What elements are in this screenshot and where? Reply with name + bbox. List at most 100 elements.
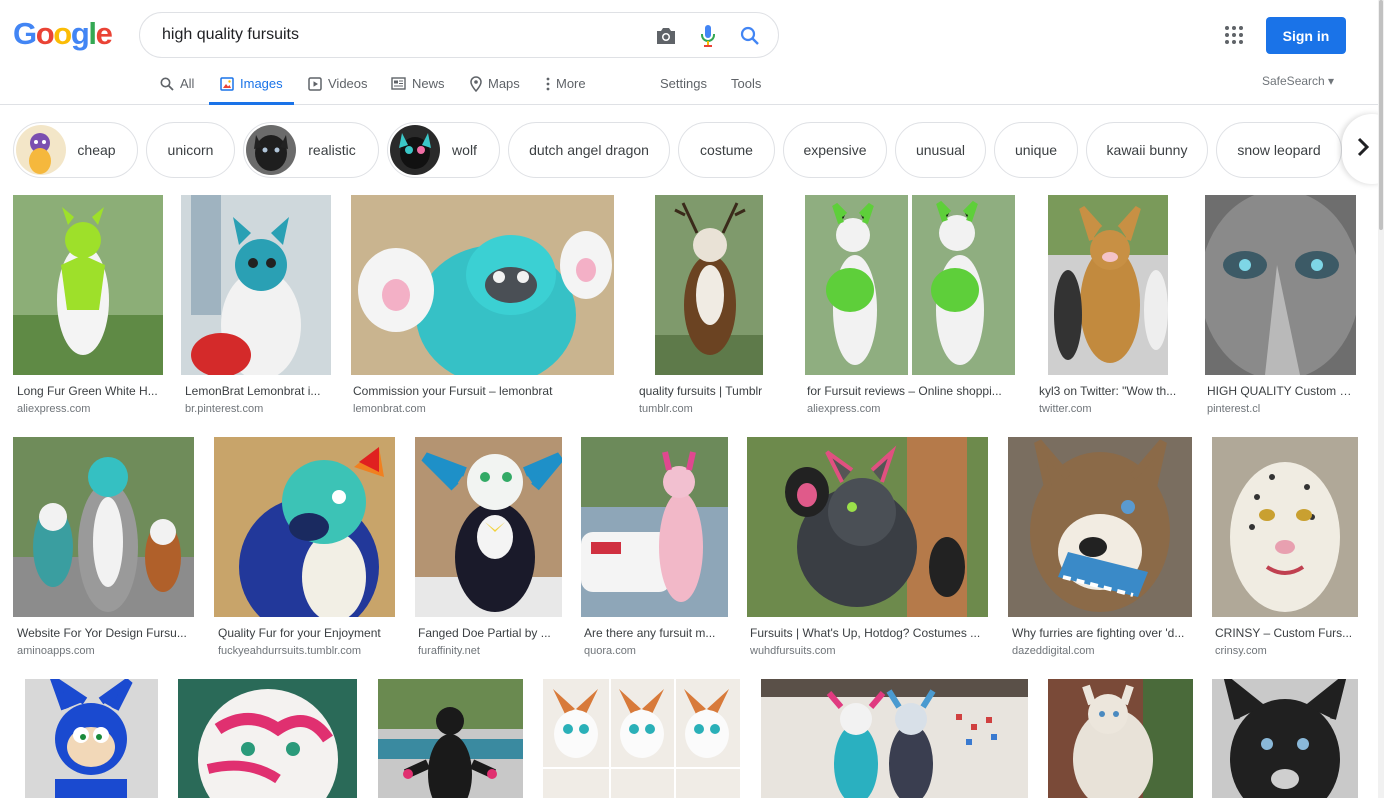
camera-icon[interactable] <box>654 24 678 48</box>
result-title[interactable]: Website For Yor Design Fursu... <box>17 625 191 641</box>
result-source[interactable]: dazeddigital.com <box>1012 644 1190 658</box>
result-card[interactable]: Website For Yor Design Fursu... aminoapp… <box>13 437 195 657</box>
result-card[interactable] <box>542 679 742 798</box>
result-source[interactable]: aminoapps.com <box>17 644 191 658</box>
result-title[interactable]: CRINSY – Custom Furs... <box>1215 625 1357 641</box>
result-card[interactable] <box>760 679 1030 798</box>
tab-videos[interactable]: Videos <box>308 62 368 105</box>
result-card[interactable]: Why furries are fighting over 'd... daze… <box>1008 437 1194 657</box>
apps-grid-icon[interactable] <box>1222 23 1246 47</box>
chip-kawaii-bunny[interactable]: kawaii bunny <box>1086 122 1208 178</box>
result-card[interactable]: kyl3 on Twitter: "Wow th... twitter.com <box>1035 195 1185 415</box>
result-title[interactable]: Commission your Fursuit – lemonbrat <box>353 383 611 399</box>
safesearch-dropdown[interactable]: SafeSearch ▾ <box>1262 74 1334 88</box>
result-source[interactable]: crinsy.com <box>1215 644 1357 658</box>
result-card[interactable]: Commission your Fursuit – lemonbrat lemo… <box>349 195 615 415</box>
result-card[interactable]: Long Fur Green White H... aliexpress.com <box>13 195 163 415</box>
result-image[interactable] <box>747 437 988 617</box>
tab-more[interactable]: More <box>546 62 586 105</box>
result-card[interactable] <box>1047 679 1197 798</box>
result-source[interactable]: aliexpress.com <box>807 402 1012 416</box>
result-image[interactable] <box>1212 679 1358 798</box>
tab-label: Images <box>240 76 283 91</box>
result-card[interactable]: Fanged Doe Partial by ... furaffinity.ne… <box>414 437 564 657</box>
result-source[interactable]: furaffinity.net <box>418 644 560 658</box>
result-title[interactable]: kyl3 on Twitter: "Wow th... <box>1039 383 1181 399</box>
search-input[interactable] <box>160 22 630 48</box>
tab-news[interactable]: News <box>391 62 445 105</box>
result-source[interactable]: pinterest.cl <box>1207 402 1354 416</box>
result-card[interactable]: Quality Fur for your Enjoyment fuckyeahd… <box>214 437 396 657</box>
result-source[interactable]: quora.com <box>584 644 726 658</box>
chip-unicorn[interactable]: unicorn <box>146 122 235 178</box>
result-card[interactable]: Fursuits | What's Up, Hotdog? Costumes .… <box>746 437 990 657</box>
result-card[interactable] <box>13 679 163 798</box>
result-image[interactable] <box>1048 195 1168 375</box>
result-image[interactable] <box>1212 437 1358 617</box>
chip-thumbnail <box>390 125 440 175</box>
result-title[interactable]: Fursuits | What's Up, Hotdog? Costumes .… <box>750 625 986 641</box>
tab-maps[interactable]: Maps <box>470 62 520 105</box>
chip-dutch-angel-dragon[interactable]: dutch angel dragon <box>508 122 670 178</box>
result-title[interactable]: Quality Fur for your Enjoyment <box>218 625 392 641</box>
result-title[interactable]: HIGH QUALITY Custom P... <box>1207 383 1354 399</box>
result-image[interactable] <box>1205 195 1356 375</box>
result-image[interactable] <box>655 195 763 375</box>
result-image[interactable] <box>805 195 1015 375</box>
result-image[interactable] <box>1008 437 1192 617</box>
google-logo[interactable]: Google <box>13 16 113 52</box>
result-image[interactable] <box>181 195 331 375</box>
result-card[interactable] <box>377 679 527 798</box>
result-source[interactable]: lemonbrat.com <box>353 402 611 416</box>
result-image[interactable] <box>351 195 614 375</box>
chip-expensive[interactable]: expensive <box>783 122 887 178</box>
tab-all[interactable]: All <box>160 62 194 105</box>
chip-unique[interactable]: unique <box>994 122 1078 178</box>
result-image[interactable] <box>214 437 395 617</box>
result-card[interactable]: CRINSY – Custom Furs... crinsy.com <box>1211 437 1361 657</box>
result-image[interactable] <box>581 437 728 617</box>
result-source[interactable]: tumblr.com <box>639 402 781 416</box>
result-card[interactable] <box>1211 679 1361 798</box>
result-card[interactable]: LemonBrat Lemonbrat i... br.pinterest.co… <box>181 195 331 415</box>
result-card[interactable]: Are there any fursuit m... quora.com <box>580 437 730 657</box>
result-source[interactable]: aliexpress.com <box>17 402 159 416</box>
search-icon[interactable] <box>738 24 762 48</box>
chip-wolf[interactable]: wolf <box>387 122 500 178</box>
result-image[interactable] <box>178 679 357 798</box>
result-image[interactable] <box>415 437 562 617</box>
result-image[interactable] <box>1048 679 1193 798</box>
result-image[interactable] <box>761 679 1028 798</box>
result-card[interactable] <box>177 679 359 798</box>
result-card[interactable]: quality fursuits | Tumblr tumblr.com <box>635 195 785 415</box>
result-title[interactable]: for Fursuit reviews – Online shoppi... <box>807 383 1012 399</box>
sign-in-button[interactable]: Sign in <box>1266 17 1346 54</box>
result-image[interactable] <box>378 679 523 798</box>
result-image[interactable] <box>13 195 163 375</box>
scrollbar-thumb[interactable] <box>1379 0 1383 230</box>
chip-snow-leopard[interactable]: snow leopard <box>1216 122 1342 178</box>
result-source[interactable]: wuhdfursuits.com <box>750 644 986 658</box>
result-title[interactable]: quality fursuits | Tumblr <box>639 383 781 399</box>
tab-settings[interactable]: Settings <box>660 62 707 105</box>
result-title[interactable]: Are there any fursuit m... <box>584 625 726 641</box>
result-title[interactable]: Fanged Doe Partial by ... <box>418 625 560 641</box>
tab-images[interactable]: Images <box>209 62 294 105</box>
result-card[interactable]: for Fursuit reviews – Online shoppi... a… <box>803 195 1016 415</box>
tab-tools[interactable]: Tools <box>731 62 761 105</box>
result-title[interactable]: Long Fur Green White H... <box>17 383 159 399</box>
chip-unusual[interactable]: unusual <box>895 122 986 178</box>
chip-realistic[interactable]: realistic <box>243 122 379 178</box>
result-card[interactable]: HIGH QUALITY Custom P... pinterest.cl <box>1203 195 1358 415</box>
result-image[interactable] <box>25 679 158 798</box>
result-title[interactable]: Why furries are fighting over 'd... <box>1012 625 1190 641</box>
chip-cheap[interactable]: cheap <box>13 122 138 178</box>
result-title[interactable]: LemonBrat Lemonbrat i... <box>185 383 327 399</box>
result-image[interactable] <box>13 437 194 617</box>
result-image[interactable] <box>543 679 740 798</box>
chip-costume[interactable]: costume <box>678 122 775 178</box>
microphone-icon[interactable] <box>696 24 720 48</box>
result-source[interactable]: br.pinterest.com <box>185 402 327 416</box>
result-source[interactable]: twitter.com <box>1039 402 1181 416</box>
result-source[interactable]: fuckyeahdurrsuits.tumblr.com <box>218 644 392 658</box>
